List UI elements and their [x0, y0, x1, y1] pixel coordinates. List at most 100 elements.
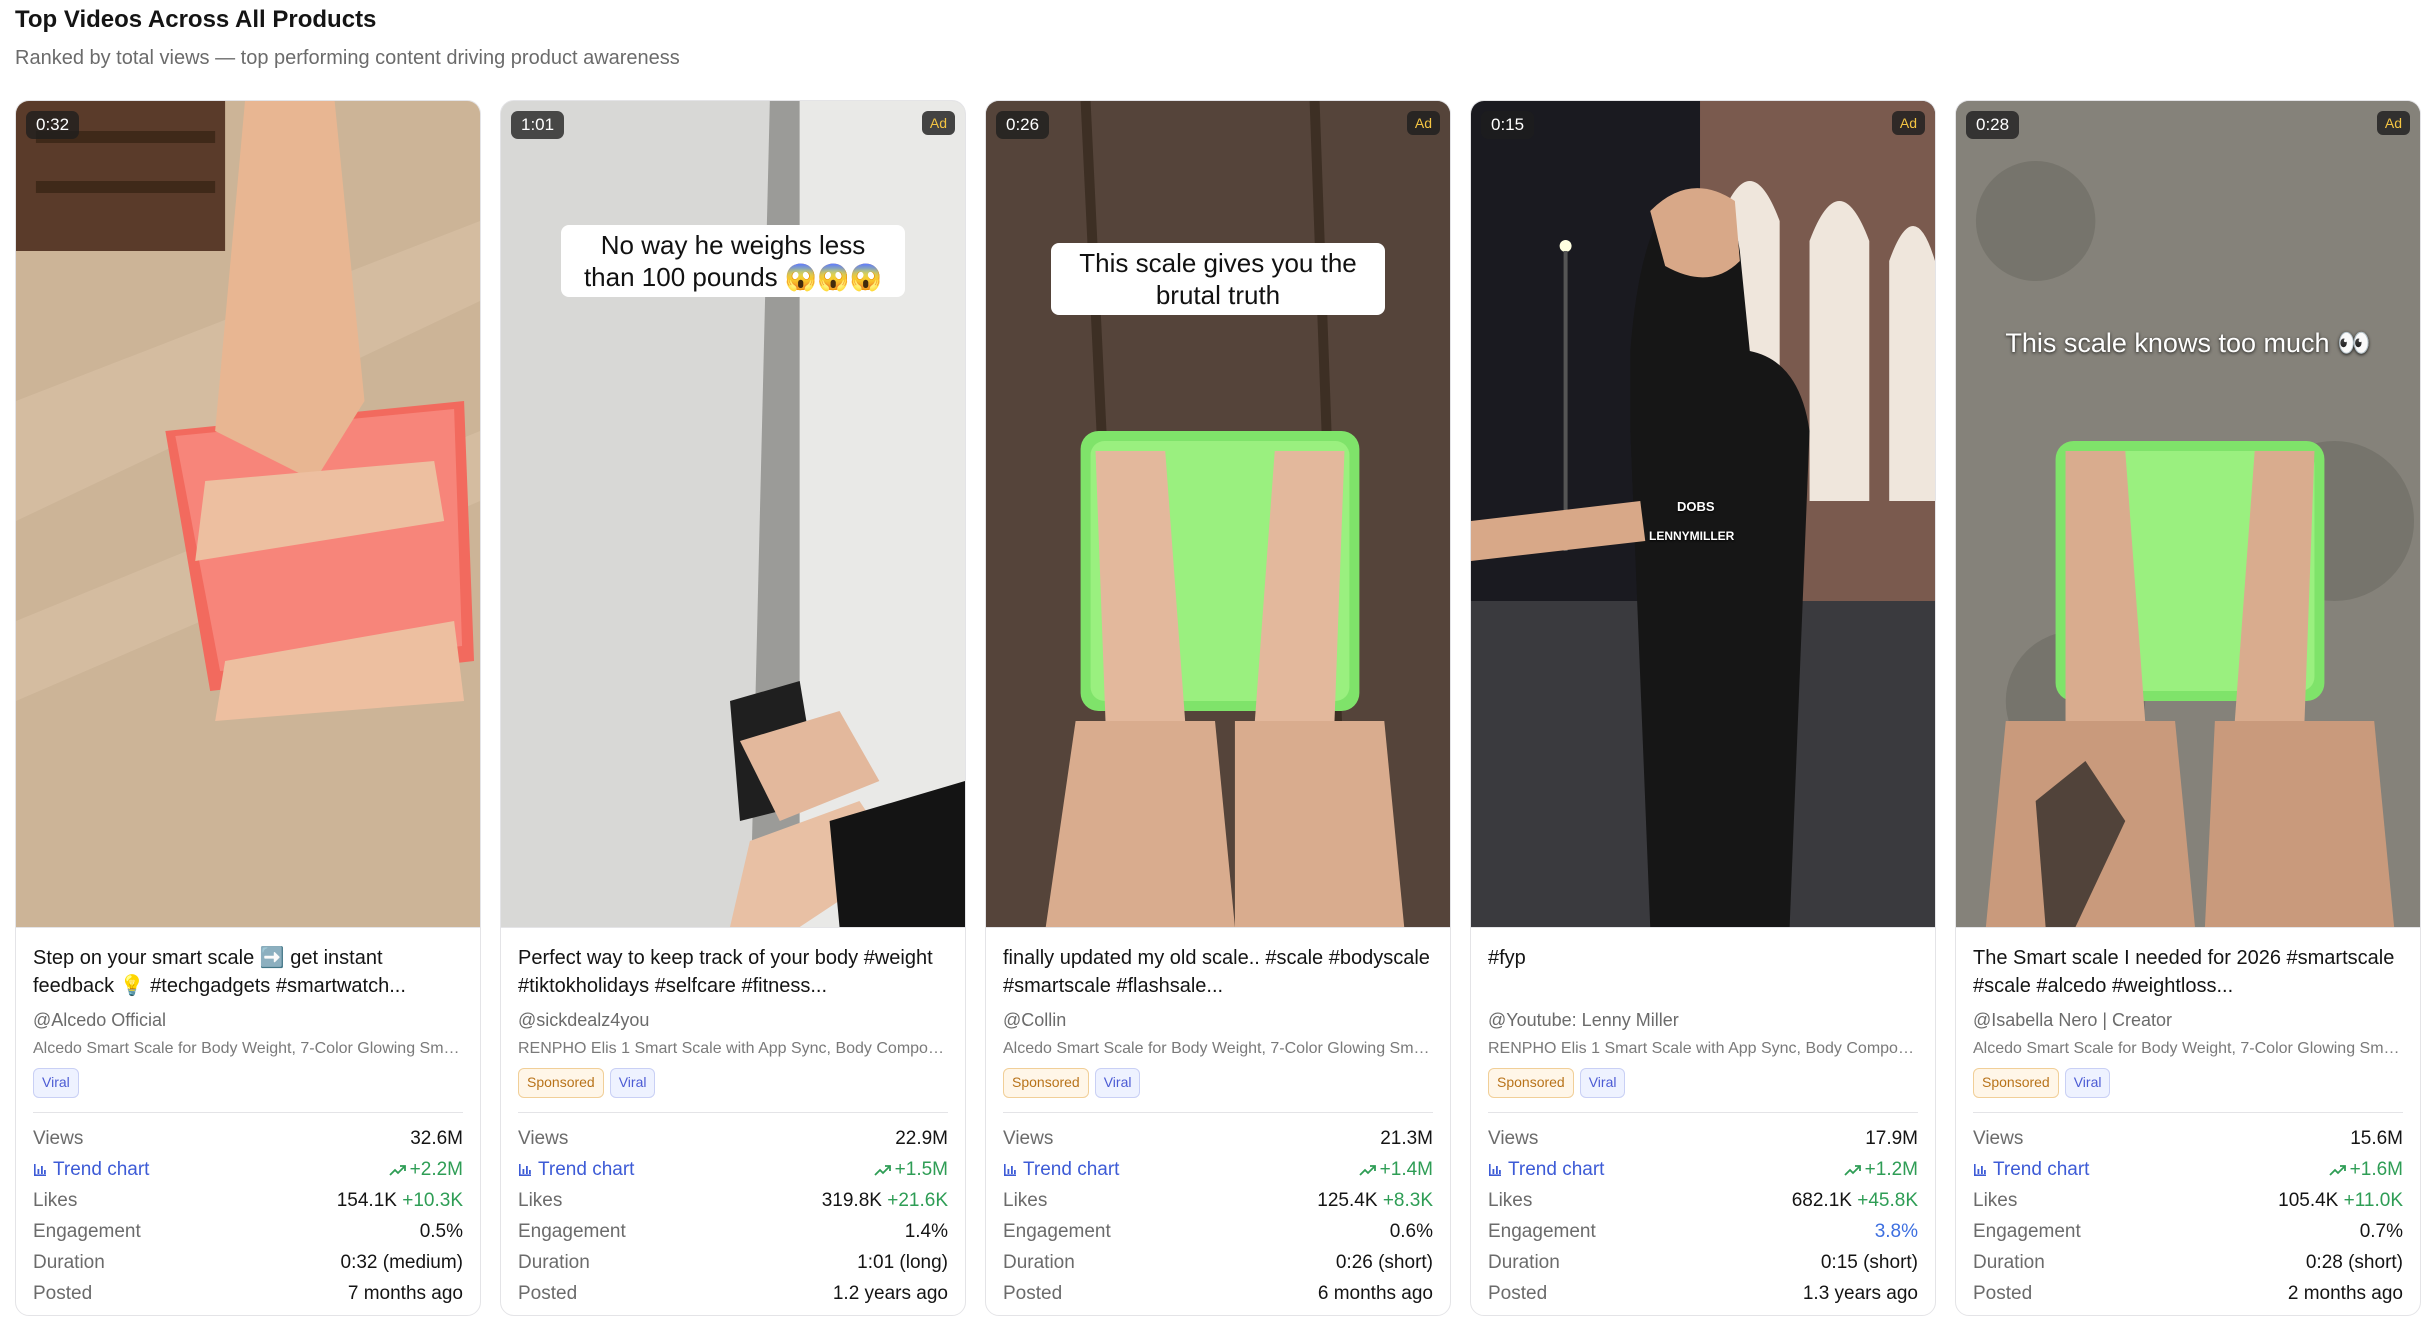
video-card[interactable]: 0:15 Ad DOBS LENNYMILLER #fyp @Youtube: … [1470, 100, 1936, 1316]
engagement-label: Engagement [1003, 1220, 1111, 1242]
video-title[interactable]: Perfect way to keep track of your body #… [518, 944, 948, 1000]
trend-chart-label: Trend chart [538, 1158, 635, 1180]
duration-value: 1:01 (long) [857, 1251, 948, 1273]
viral-tag: Viral [1094, 1068, 1141, 1098]
section-subtitle: Ranked by total views — top performing c… [15, 47, 680, 69]
product-name[interactable]: RENPHO Elis 1 Smart Scale with App Sync,… [1488, 1040, 1918, 1062]
posted-label: Posted [1973, 1282, 2033, 1304]
likes-delta: +11.0K [2343, 1189, 2403, 1211]
viral-tag: Viral [609, 1068, 656, 1098]
video-title[interactable]: The Smart scale I needed for 2026 #smart… [1973, 944, 2403, 1000]
thumbnail-image [1956, 101, 2420, 927]
trend-chart-link[interactable]: Trend chart [518, 1159, 634, 1181]
product-name[interactable]: Alcedo Smart Scale for Body Weight, 7-Co… [1003, 1040, 1433, 1062]
video-caption-overlay: This scale knows too much 👀 [2005, 328, 2371, 358]
duration-label: Duration [1488, 1251, 1560, 1273]
stats-list: Views 32.6M Trend chart +2.2M Likes 154.1K… [33, 1123, 463, 1309]
product-name[interactable]: Alcedo Smart Scale for Body Weight, 7-Co… [33, 1040, 463, 1062]
engagement-value: 0.5% [419, 1220, 463, 1242]
likes-delta: +8.3K [1382, 1189, 1433, 1211]
trending-up-icon [874, 1164, 891, 1176]
duration-badge: 0:26 [996, 111, 1050, 139]
divider [1003, 1112, 1433, 1113]
likes-delta: +21.6K [887, 1189, 948, 1211]
video-author[interactable]: @Isabella Nero | Creator [1973, 1010, 2403, 1034]
views-value: 17.9M [1865, 1127, 1918, 1149]
divider [1973, 1112, 2403, 1113]
video-thumbnail[interactable]: 0:28 Ad This scale knows too much 👀 [1956, 101, 2420, 928]
engagement-value: 0.7% [2359, 1220, 2403, 1242]
video-author[interactable]: @sickdealz4you [518, 1010, 948, 1034]
posted-label: Posted [33, 1282, 93, 1304]
video-author[interactable]: @Collin [1003, 1010, 1433, 1034]
engagement-value: 0.6% [1389, 1220, 1433, 1242]
trend-chart-label: Trend chart [1993, 1158, 2090, 1180]
tag-list: Sponsored Viral [1488, 1068, 1918, 1098]
views-delta-value: +1.4M [1379, 1158, 1433, 1180]
watermark-text: DOBS [1677, 499, 1715, 514]
video-card[interactable]: 0:28 Ad This scale knows too much 👀 The … [1955, 100, 2421, 1316]
views-label: Views [1973, 1127, 2024, 1149]
duration-badge: 0:15 [1481, 111, 1535, 139]
posted-value: 6 months ago [1317, 1282, 1433, 1304]
views-delta-value: +1.2M [1864, 1158, 1918, 1180]
likes-delta: +45.8K [1857, 1189, 1918, 1211]
likes-value: 682.1K [1791, 1189, 1852, 1211]
product-name[interactable]: RENPHO Elis 1 Smart Scale with App Sync,… [518, 1040, 948, 1062]
duration-label: Duration [1003, 1251, 1075, 1273]
sponsored-tag: Sponsored [1003, 1068, 1089, 1098]
likes-value: 105.4K [2278, 1189, 2339, 1211]
duration-value: 0:26 (short) [1335, 1251, 1433, 1273]
sponsored-tag: Sponsored [1488, 1068, 1574, 1098]
watermark-text: LENNYMILLER [1649, 529, 1735, 543]
views-value: 22.9M [895, 1127, 948, 1149]
trend-chart-link[interactable]: Trend chart [33, 1159, 149, 1181]
divider [1488, 1112, 1918, 1113]
trend-chart-link[interactable]: Trend chart [1003, 1159, 1119, 1181]
viral-tag: Viral [1579, 1068, 1626, 1098]
video-thumbnail[interactable]: 1:01 Ad No way he weighs less than 100 p… [501, 101, 965, 928]
duration-label: Duration [518, 1251, 590, 1273]
posted-value: 1.3 years ago [1802, 1282, 1918, 1304]
video-author[interactable]: @Youtube: Lenny Miller [1488, 1010, 1918, 1034]
posted-label: Posted [1003, 1282, 1063, 1304]
video-card[interactable]: 0:32 Step on your smart scale ➡️ get ins… [15, 100, 481, 1316]
viral-tag: Viral [33, 1068, 79, 1098]
divider [518, 1112, 948, 1113]
bar-chart-icon [34, 1163, 46, 1176]
thumbnail-image [1471, 101, 1935, 927]
video-author[interactable]: @Alcedo Official [33, 1010, 463, 1034]
stats-list: Views 15.6M Trend chart +1.6M Likes 105.4K… [1973, 1123, 2403, 1309]
ad-badge: Ad [1406, 111, 1440, 135]
views-label: Views [1488, 1127, 1539, 1149]
trend-chart-link[interactable]: Trend chart [1973, 1159, 2089, 1181]
trend-chart-label: Trend chart [53, 1158, 150, 1180]
video-thumbnail[interactable]: 0:32 [16, 101, 480, 928]
duration-value: 0:15 (short) [1820, 1251, 1918, 1273]
likes-value: 154.1K [336, 1189, 397, 1211]
likes-label: Likes [518, 1189, 563, 1211]
views-label: Views [518, 1127, 569, 1149]
views-delta-value: +1.5M [894, 1158, 948, 1180]
video-title[interactable]: Step on your smart scale ➡️ get instant … [33, 944, 463, 1000]
engagement-label: Engagement [518, 1220, 626, 1242]
trend-chart-label: Trend chart [1508, 1158, 1605, 1180]
video-thumbnail[interactable]: 0:26 Ad This scale gives you the brutal … [986, 101, 1450, 928]
stats-list: Views 22.9M Trend chart +1.5M Likes 319.8K… [518, 1123, 948, 1309]
video-caption-overlay: No way he weighs less than 100 pounds 😱😱… [561, 225, 905, 297]
trend-chart-link[interactable]: Trend chart [1488, 1159, 1604, 1181]
sponsored-tag: Sponsored [518, 1068, 604, 1098]
views-delta: +1.4M [1359, 1159, 1433, 1181]
views-delta: +1.6M [2329, 1159, 2403, 1181]
bar-chart-icon [519, 1163, 531, 1176]
views-value: 15.6M [2350, 1127, 2403, 1149]
video-card[interactable]: 0:26 Ad This scale gives you the brutal … [985, 100, 1451, 1316]
trending-up-icon [2329, 1164, 2346, 1176]
video-thumbnail[interactable]: 0:15 Ad DOBS LENNYMILLER [1471, 101, 1935, 928]
engagement-label: Engagement [1488, 1220, 1596, 1242]
video-title[interactable]: #fyp [1488, 944, 1918, 1000]
video-title[interactable]: finally updated my old scale.. #scale #b… [1003, 944, 1433, 1000]
video-card[interactable]: 1:01 Ad No way he weighs less than 100 p… [500, 100, 966, 1316]
product-name[interactable]: Alcedo Smart Scale for Body Weight, 7-Co… [1973, 1040, 2403, 1062]
duration-badge: 0:32 [26, 111, 80, 139]
